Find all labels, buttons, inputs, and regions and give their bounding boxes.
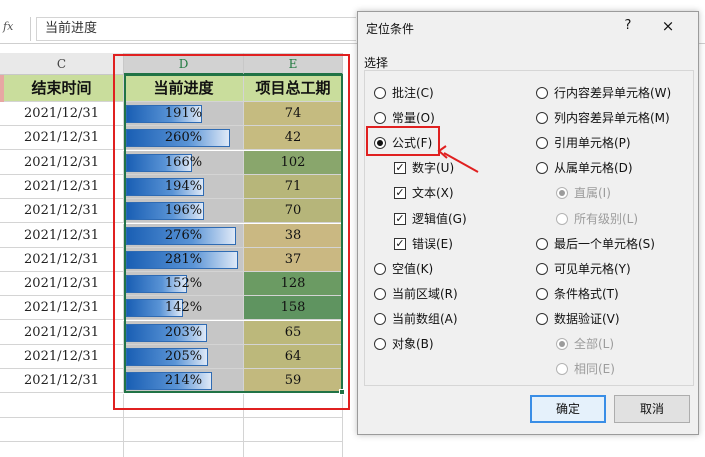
dialog-title: 定位条件 bbox=[366, 22, 415, 36]
end-time-cell[interactable]: 2021/12/31 bbox=[0, 321, 124, 345]
progress-value: 152% bbox=[164, 276, 203, 291]
empty-cell[interactable] bbox=[244, 418, 343, 442]
option-label: 当前数组(A) bbox=[392, 312, 458, 326]
radio-icon[interactable] bbox=[374, 313, 386, 325]
end-time-cell[interactable]: 2021/12/31 bbox=[0, 369, 124, 393]
checkbox-icon[interactable]: ✓ bbox=[394, 187, 406, 199]
option-label: 数字(U) bbox=[412, 161, 455, 175]
empty-cell[interactable] bbox=[0, 394, 124, 418]
option-label: 列内容差异单元格(M) bbox=[554, 111, 670, 125]
option-label: 行内容差异单元格(W) bbox=[554, 86, 672, 100]
end-time-cell[interactable]: 2021/12/31 bbox=[0, 296, 124, 320]
fx-icon[interactable]: fx bbox=[3, 20, 25, 36]
option-label: 全部(L) bbox=[574, 337, 615, 351]
radio-icon[interactable] bbox=[374, 263, 386, 275]
radio-icon bbox=[556, 187, 568, 199]
empty-cell[interactable] bbox=[124, 442, 244, 457]
option-label: 逻辑值(G) bbox=[412, 212, 467, 226]
progress-value: 276% bbox=[164, 228, 203, 243]
progress-value: 166% bbox=[164, 155, 203, 170]
end-time-cell[interactable]: 2021/12/31 bbox=[0, 126, 124, 150]
cancel-button[interactable]: 取消 bbox=[614, 395, 690, 423]
radio-icon[interactable] bbox=[536, 313, 548, 325]
option-label: 对象(B) bbox=[392, 337, 434, 351]
empty-cell[interactable] bbox=[0, 442, 124, 457]
formula-option-highlight bbox=[366, 126, 440, 156]
radio-icon[interactable] bbox=[536, 263, 548, 275]
radio-icon[interactable] bbox=[536, 112, 548, 124]
radio-icon bbox=[556, 213, 568, 225]
option-label: 常量(O) bbox=[392, 111, 435, 125]
progress-value: 260% bbox=[164, 130, 203, 145]
radio-icon[interactable] bbox=[536, 137, 548, 149]
radio-icon[interactable] bbox=[536, 162, 548, 174]
end-time-cell[interactable]: 2021/12/31 bbox=[0, 175, 124, 199]
empty-cell[interactable] bbox=[0, 418, 124, 442]
end-time-cell[interactable]: 2021/12/31 bbox=[0, 272, 124, 296]
option-label: 条件格式(T) bbox=[554, 287, 619, 301]
radio-icon[interactable] bbox=[374, 288, 386, 300]
progress-value: 214% bbox=[164, 373, 203, 388]
end-time-cell[interactable]: 2021/12/31 bbox=[0, 102, 124, 126]
end-time-cell[interactable]: 2021/12/31 bbox=[0, 345, 124, 369]
end-time-cell[interactable]: 2021/12/31 bbox=[0, 248, 124, 272]
progress-value: 205% bbox=[164, 349, 203, 364]
radio-icon[interactable] bbox=[536, 238, 548, 250]
empty-cell[interactable] bbox=[244, 442, 343, 457]
end-time-cell[interactable]: 2021/12/31 bbox=[0, 224, 124, 248]
progress-value: 191% bbox=[164, 106, 203, 121]
option-label: 空值(K) bbox=[392, 262, 434, 276]
progress-value: 281% bbox=[164, 252, 203, 267]
option-label: 所有级别(L) bbox=[574, 212, 639, 226]
close-icon[interactable]: × bbox=[658, 17, 678, 35]
adjacent-header-edge bbox=[0, 75, 4, 102]
option-label: 错误(E) bbox=[412, 237, 453, 251]
radio-icon bbox=[556, 338, 568, 350]
progress-value: 142% bbox=[164, 300, 203, 315]
column-header-c[interactable]: C bbox=[0, 53, 124, 75]
header-end-time[interactable]: 结束时间 bbox=[0, 75, 124, 102]
radio-icon[interactable] bbox=[536, 87, 548, 99]
option-label: 文本(X) bbox=[412, 186, 454, 200]
option-label: 引用单元格(P) bbox=[554, 136, 631, 150]
option-label: 从属单元格(D) bbox=[554, 161, 633, 175]
progress-value: 203% bbox=[164, 325, 203, 340]
formula-bar-divider bbox=[30, 17, 31, 41]
empty-cell[interactable] bbox=[124, 418, 244, 442]
ok-button[interactable]: 确定 bbox=[530, 395, 606, 423]
help-icon[interactable]: ? bbox=[621, 18, 635, 34]
annotation-highlight-box bbox=[113, 54, 350, 410]
option-label: 直属(I) bbox=[574, 186, 611, 200]
progress-value: 194% bbox=[164, 179, 203, 194]
option-label: 批注(C) bbox=[392, 86, 434, 100]
radio-icon[interactable] bbox=[374, 87, 386, 99]
option-label: 相同(E) bbox=[574, 362, 615, 376]
end-time-cell[interactable]: 2021/12/31 bbox=[0, 151, 124, 175]
radio-icon[interactable] bbox=[374, 338, 386, 350]
checkbox-icon[interactable]: ✓ bbox=[394, 238, 406, 250]
checkbox-icon[interactable]: ✓ bbox=[394, 213, 406, 225]
option-label: 可见单元格(Y) bbox=[554, 262, 631, 276]
select-group-label: 选择 bbox=[364, 56, 389, 70]
formula-input[interactable]: 当前进度 bbox=[36, 17, 356, 41]
end-time-cell[interactable]: 2021/12/31 bbox=[0, 199, 124, 223]
option-label: 当前区域(R) bbox=[392, 287, 458, 301]
go-to-special-dialog: 定位条件 ? × 选择 批注(C) 常量(O) 公式(F) ✓ 数字(U) ✓ 文本(X) ✓… bbox=[357, 11, 699, 435]
progress-value: 196% bbox=[164, 203, 203, 218]
option-label: 数据验证(V) bbox=[554, 312, 620, 326]
option-label: 最后一个单元格(S) bbox=[554, 237, 655, 251]
radio-icon[interactable] bbox=[374, 112, 386, 124]
checkbox-icon[interactable]: ✓ bbox=[394, 162, 406, 174]
radio-icon bbox=[556, 363, 568, 375]
radio-icon[interactable] bbox=[536, 288, 548, 300]
